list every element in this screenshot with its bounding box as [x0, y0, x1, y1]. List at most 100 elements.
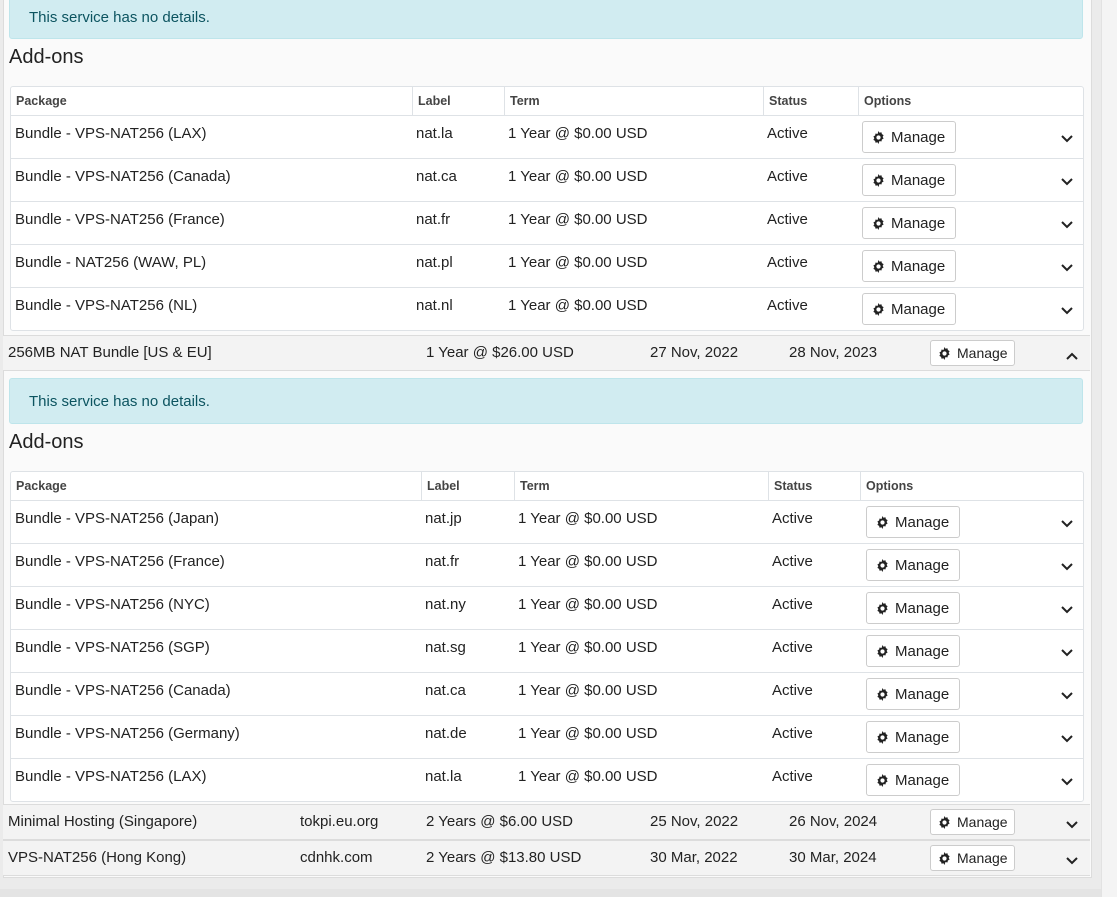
- manage-label: Manage: [957, 850, 1008, 866]
- status-cell: Active: [772, 725, 813, 742]
- status-cell: Active: [767, 254, 808, 271]
- label-cell: nat.ny: [425, 596, 466, 613]
- chevron-down-icon[interactable]: [1060, 303, 1074, 315]
- notice-text: This service has no details.: [29, 9, 210, 26]
- gear-icon: [938, 851, 957, 865]
- label-cell: nat.ca: [425, 682, 466, 699]
- package-cell: Bundle - VPS-NAT256 (Japan): [15, 510, 219, 527]
- manage-button[interactable]: Manage: [866, 506, 960, 538]
- label-cell: nat.sg: [425, 639, 466, 656]
- column-header-package: Package: [16, 479, 67, 493]
- manage-button[interactable]: Manage: [866, 678, 960, 710]
- service-name: 256MB NAT Bundle [US & EU]: [8, 344, 212, 361]
- service-term: 1 Year @ $26.00 USD: [426, 344, 574, 361]
- package-cell: Bundle - VPS-NAT256 (Germany): [15, 725, 240, 742]
- service-row[interactable]: 256MB NAT Bundle [US & EU] 1 Year @ $26.0…: [3, 335, 1090, 371]
- service-details-notice: This service has no details.: [9, 0, 1083, 39]
- manage-button[interactable]: Manage: [930, 845, 1015, 871]
- status-cell: Active: [772, 596, 813, 613]
- addons-heading: Add-ons: [9, 431, 84, 453]
- chevron-down-icon[interactable]: [1060, 217, 1074, 229]
- service-details-notice: This service has no details.: [9, 378, 1083, 424]
- column-header-status: Status: [763, 87, 858, 115]
- gear-icon: [876, 773, 895, 787]
- manage-button[interactable]: Manage: [866, 764, 960, 796]
- manage-button[interactable]: Manage: [866, 592, 960, 624]
- term-cell: 1 Year @ $0.00 USD: [518, 768, 658, 785]
- manage-button[interactable]: Manage: [862, 164, 956, 196]
- service-reg-date: 27 Nov, 2022: [650, 344, 739, 361]
- manage-label: Manage: [891, 300, 946, 318]
- manage-label: Manage: [957, 345, 1008, 361]
- chevron-down-icon[interactable]: [1065, 853, 1079, 865]
- term-cell: 1 Year @ $0.00 USD: [508, 211, 648, 228]
- column-header-options: Options: [860, 472, 1085, 500]
- service-reg-date: 30 Mar, 2022: [650, 849, 738, 866]
- chevron-down-icon[interactable]: [1060, 131, 1074, 143]
- table-row: Bundle - VPS-NAT256 (NL) nat.nl 1 Year @ $…: [11, 288, 1083, 330]
- chevron-down-icon[interactable]: [1060, 260, 1074, 272]
- manage-button[interactable]: Manage: [862, 121, 956, 153]
- status-cell: Active: [772, 510, 813, 527]
- addons-table: Package Label Term Status Options Bundle - VP…: [10, 471, 1084, 802]
- manage-button[interactable]: Manage: [866, 721, 960, 753]
- table-row: Bundle - VPS-NAT256 (Japan) nat.jp 1 Year …: [11, 501, 1083, 544]
- service-row[interactable]: VPS-NAT256 (Hong Kong) cdnhk.com 2 Years @…: [3, 840, 1090, 876]
- term-cell: 1 Year @ $0.00 USD: [508, 125, 648, 142]
- term-cell: 1 Year @ $0.00 USD: [518, 639, 658, 656]
- manage-button[interactable]: Manage: [862, 293, 956, 325]
- chevron-down-icon[interactable]: [1060, 774, 1074, 786]
- chevron-up-icon[interactable]: [1065, 348, 1079, 360]
- manage-button[interactable]: Manage: [930, 340, 1015, 366]
- label-cell: nat.ca: [416, 168, 457, 185]
- term-cell: 1 Year @ $0.00 USD: [508, 297, 648, 314]
- column-header-label: Label: [421, 472, 514, 500]
- manage-label: Manage: [891, 128, 946, 146]
- status-cell: Active: [772, 682, 813, 699]
- package-cell: Bundle - VPS-NAT256 (LAX): [15, 768, 207, 785]
- term-cell: 1 Year @ $0.00 USD: [518, 553, 658, 570]
- gear-icon: [872, 302, 891, 316]
- chevron-down-icon[interactable]: [1060, 174, 1074, 186]
- manage-label: Manage: [895, 728, 950, 746]
- manage-button[interactable]: Manage: [866, 635, 960, 667]
- manage-button[interactable]: Manage: [862, 250, 956, 282]
- gear-icon: [876, 558, 895, 572]
- gear-icon: [938, 346, 957, 360]
- gear-icon: [876, 515, 895, 529]
- term-cell: 1 Year @ $0.00 USD: [508, 168, 648, 185]
- chevron-down-icon[interactable]: [1060, 731, 1074, 743]
- manage-button[interactable]: Manage: [862, 207, 956, 239]
- table-row: Bundle - VPS-NAT256 (LAX) nat.la 1 Year @ …: [11, 759, 1083, 801]
- table-header: Package Label Term Status Options: [11, 87, 1083, 116]
- package-cell: Bundle - NAT256 (WAW, PL): [15, 254, 207, 271]
- scrollbar[interactable]: [1101, 0, 1117, 897]
- chevron-down-icon[interactable]: [1060, 559, 1074, 571]
- chevron-down-icon[interactable]: [1060, 602, 1074, 614]
- column-header-term: Term: [504, 87, 763, 115]
- manage-button[interactable]: Manage: [930, 809, 1015, 835]
- label-cell: nat.de: [425, 725, 467, 742]
- gear-icon: [938, 815, 957, 829]
- manage-button[interactable]: Manage: [866, 549, 960, 581]
- table-row: Bundle - VPS-NAT256 (NYC) nat.ny 1 Year @ …: [11, 587, 1083, 630]
- gear-icon: [872, 216, 891, 230]
- manage-label: Manage: [895, 513, 950, 531]
- table-row: Bundle - VPS-NAT256 (France) nat.fr 1 Year…: [11, 544, 1083, 587]
- gear-icon: [872, 259, 891, 273]
- term-cell: 1 Year @ $0.00 USD: [518, 596, 658, 613]
- chevron-down-icon[interactable]: [1060, 645, 1074, 657]
- chevron-down-icon[interactable]: [1065, 817, 1079, 829]
- table-row: Bundle - VPS-NAT256 (France) nat.fr 1 Year…: [11, 202, 1083, 245]
- service-row[interactable]: Minimal Hosting (Singapore) tokpi.eu.org 2…: [3, 804, 1090, 840]
- column-header-options: Options: [858, 87, 1085, 115]
- table-row: Bundle - VPS-NAT256 (Canada) nat.ca 1 Year…: [11, 673, 1083, 716]
- label-cell: nat.la: [425, 768, 462, 785]
- service-domain: cdnhk.com: [300, 849, 373, 866]
- chevron-down-icon[interactable]: [1060, 688, 1074, 700]
- chevron-down-icon[interactable]: [1060, 516, 1074, 528]
- package-cell: Bundle - VPS-NAT256 (NYC): [15, 596, 210, 613]
- addons-heading: Add-ons: [9, 46, 84, 68]
- package-cell: Bundle - VPS-NAT256 (NL): [15, 297, 198, 314]
- term-cell: 1 Year @ $0.00 USD: [518, 682, 658, 699]
